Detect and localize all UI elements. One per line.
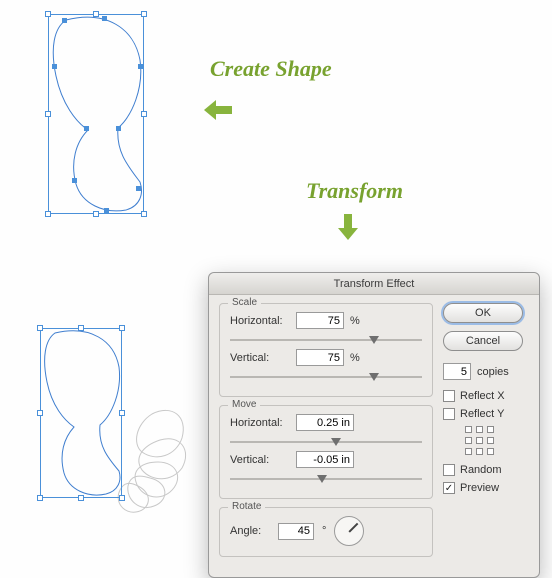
copies-label: copies	[477, 366, 509, 378]
rotate-angle-label: Angle:	[230, 525, 270, 537]
scale-legend: Scale	[228, 297, 261, 308]
annotation-transform: Transform	[306, 178, 403, 204]
scale-horizontal-label: Horizontal:	[230, 315, 290, 327]
random-row[interactable]: Random	[443, 464, 529, 476]
scale-horizontal-unit: %	[350, 315, 360, 327]
scale-vertical-slider[interactable]	[230, 374, 422, 380]
ok-button[interactable]: OK	[443, 303, 523, 323]
anchor-point[interactable]	[84, 126, 89, 131]
reflect-y-checkbox[interactable]	[443, 408, 455, 420]
reflect-y-row[interactable]: Reflect Y	[443, 408, 529, 420]
rotate-angle-input[interactable]	[278, 523, 314, 540]
anchor-point[interactable]	[62, 18, 67, 23]
scale-horizontal-slider[interactable]	[230, 337, 422, 343]
vector-path[interactable]	[48, 14, 144, 214]
scale-vertical-input[interactable]	[296, 349, 344, 366]
copies-input[interactable]	[443, 363, 471, 380]
move-vertical-input[interactable]	[296, 451, 354, 468]
scale-horizontal-input[interactable]	[296, 312, 344, 329]
move-horizontal-label: Horizontal:	[230, 417, 290, 429]
random-label: Random	[460, 464, 502, 476]
anchor-point[interactable]	[52, 64, 57, 69]
move-vertical-slider[interactable]	[230, 476, 422, 482]
reference-point-grid[interactable]	[465, 426, 495, 456]
reflect-x-checkbox[interactable]	[443, 390, 455, 402]
reflect-x-label: Reflect X	[460, 390, 505, 402]
anchor-point[interactable]	[136, 186, 141, 191]
canvas-shape-original[interactable]	[48, 14, 144, 214]
cancel-button[interactable]: Cancel	[443, 331, 523, 351]
arrow-left-icon	[204, 100, 232, 120]
rotate-angle-unit: °	[322, 525, 326, 537]
anchor-point[interactable]	[116, 126, 121, 131]
scale-vertical-label: Vertical:	[230, 352, 290, 364]
reflect-x-row[interactable]: Reflect X	[443, 390, 529, 402]
move-horizontal-input[interactable]	[296, 414, 354, 431]
reflect-y-label: Reflect Y	[460, 408, 504, 420]
anchor-point[interactable]	[104, 208, 109, 213]
anchor-point[interactable]	[72, 178, 77, 183]
rotate-group: Rotate Angle: °	[219, 507, 433, 557]
move-group: Move Horizontal: Vertical:	[219, 405, 433, 499]
preview-checkbox[interactable]: ✓	[443, 482, 455, 494]
move-legend: Move	[228, 399, 260, 410]
preview-row[interactable]: ✓ Preview	[443, 482, 529, 494]
scale-vertical-unit: %	[350, 352, 360, 364]
anchor-point[interactable]	[138, 64, 143, 69]
annotation-create-shape: Create Shape	[210, 56, 332, 82]
move-horizontal-slider[interactable]	[230, 439, 422, 445]
preview-label: Preview	[460, 482, 499, 494]
dialog-title[interactable]: Transform Effect	[209, 273, 539, 295]
transform-effect-dialog: Transform Effect Scale Horizontal: % Ver…	[208, 272, 540, 578]
canvas-shape-transformed[interactable]	[40, 328, 210, 538]
rotate-legend: Rotate	[228, 501, 265, 512]
anchor-point[interactable]	[102, 16, 107, 21]
random-checkbox[interactable]	[443, 464, 455, 476]
rotate-angle-dial[interactable]	[334, 516, 364, 546]
move-vertical-label: Vertical:	[230, 454, 290, 466]
scale-group: Scale Horizontal: % Vertical: %	[219, 303, 433, 397]
